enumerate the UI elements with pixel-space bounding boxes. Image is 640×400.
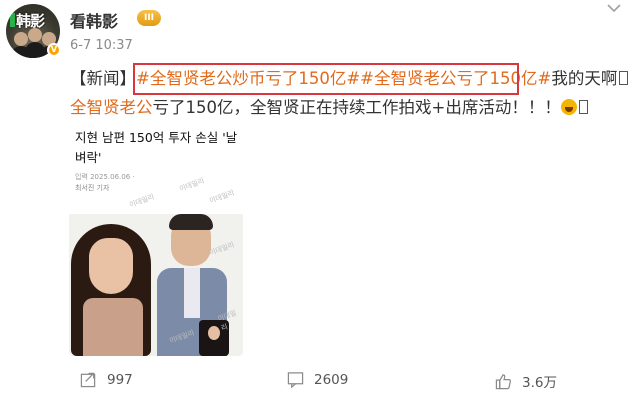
article-photo: 이데일리 이데일리 이데일리 [69,214,243,356]
photo-woman-face [89,238,133,294]
article-date: 입력 2025.06.06 · [75,173,135,181]
highlight-box [133,63,519,95]
comment-count: 2609 [314,371,349,388]
post-text-segment: 我的天啊 [551,69,618,88]
share-icon [80,372,96,388]
missing-glyph-icon [578,100,588,114]
thumbs-up-icon [495,373,511,389]
photo-man-shirt [184,268,200,318]
article-reporter: 최서진 기자 [75,184,110,192]
like-count: 3.6万 [522,375,557,391]
watermark-text: 이데일리 [208,240,236,258]
avatar-logo-bar [10,13,15,27]
share-count: 997 [107,371,133,388]
post-text-segment: 亏了150亿，全智贤正在持续工作拍戏+出席活动！！！ [152,98,561,117]
watermark-text: 이데일리 [178,176,206,194]
share-button[interactable]: 997 [80,371,133,388]
photo-man-hair [169,214,213,230]
news-prefix: 【新闻】 [70,69,136,88]
comment-button[interactable]: 2609 [287,371,348,388]
vip-badge[interactable]: III [137,10,161,26]
verified-badge-icon: V [47,43,61,57]
avatar-brand-text: 韩影 [16,12,45,30]
article-card[interactable]: 지현 남편 150억 투자 손실 '날벼락' 입력 2025.06.06 · 최… [69,120,243,356]
chevron-down-icon[interactable] [601,0,627,20]
emoji-icon [560,99,577,115]
article-title: 지현 남편 150억 투자 손실 '날벼락' [75,130,238,165]
like-button[interactable]: 3.6万 [495,371,557,391]
missing-glyph-icon [619,71,629,85]
photo-woman-dress [83,298,143,356]
avatar-person-1 [14,32,28,46]
mention-link[interactable]: 全智贤老公 [70,98,153,117]
avatar-person-2 [28,28,42,42]
watermark-text: 이데일리 [208,188,236,206]
watermark-text: 이데일리 [128,192,156,210]
comment-icon [287,372,304,388]
post-time[interactable]: 6-7 10:37 [70,38,133,53]
username[interactable]: 看韩影 [70,8,118,32]
